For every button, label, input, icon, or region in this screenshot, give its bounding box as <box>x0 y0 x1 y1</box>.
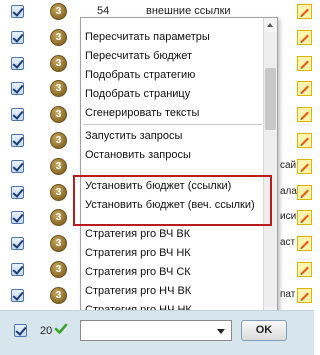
row-checkbox[interactable] <box>11 134 24 147</box>
row-text-fragment: сай <box>280 159 297 171</box>
badge-icon: 3 <box>50 3 67 20</box>
dropdown-option[interactable]: Подобрать страницу <box>85 85 190 103</box>
row-checkbox[interactable] <box>11 159 24 173</box>
edit-pencil-icon[interactable] <box>297 262 312 277</box>
row-text-fragment: ала <box>280 185 297 197</box>
edit-pencil-icon[interactable] <box>297 236 312 252</box>
row-checkbox[interactable] <box>11 288 24 302</box>
badge-icon: 3 <box>50 209 67 227</box>
row-checkbox[interactable] <box>11 30 24 44</box>
row-text-fragment: иси <box>280 211 297 223</box>
dropdown-option[interactable]: Подобрать стратегию <box>85 66 195 84</box>
edit-pencil-icon[interactable] <box>297 210 312 226</box>
edit-pencil-icon[interactable] <box>297 107 312 123</box>
badge-icon: 3 <box>50 157 67 175</box>
scroll-up-arrow-icon[interactable] <box>264 18 277 32</box>
row-checkbox[interactable] <box>11 108 24 122</box>
dropdown-option[interactable]: Стратегия pro ВЧ СК <box>85 263 191 281</box>
dropdown-option[interactable]: Стратегия pro ВЧ ВК <box>85 225 190 243</box>
row-number: 54 <box>97 5 110 17</box>
green-check-icon <box>54 323 68 334</box>
row-checkbox[interactable] <box>11 263 24 276</box>
badge-icon: 3 <box>50 54 67 72</box>
scrollbar-thumb[interactable] <box>265 68 276 130</box>
ok-button[interactable]: OK <box>241 320 287 341</box>
dropdown-option[interactable]: Стратегия pro ВЧ НК <box>85 244 191 262</box>
action-select[interactable] <box>80 320 232 341</box>
edit-pencil-icon[interactable] <box>297 158 312 174</box>
row-checkbox[interactable] <box>11 5 24 18</box>
badge-icon: 3 <box>50 286 67 304</box>
select-all-checkbox[interactable] <box>14 324 27 337</box>
highlight-annotation-box <box>73 175 272 226</box>
badge-icon: 3 <box>50 183 67 201</box>
row-label: внешние ссылки <box>146 5 231 17</box>
row-text-fragment: аст <box>280 237 296 249</box>
dropdown-option[interactable]: Стратегия pro НЧ ВК <box>85 282 191 300</box>
edit-pencil-icon[interactable] <box>297 133 312 148</box>
chevron-down-icon <box>217 329 225 334</box>
edit-pencil-icon[interactable] <box>297 287 312 303</box>
selected-count: 20 <box>40 325 53 337</box>
badge-icon: 3 <box>50 80 67 98</box>
row-text-fragment: пат <box>280 288 296 300</box>
row-checkbox[interactable] <box>11 82 24 96</box>
badge-icon: 3 <box>50 28 67 46</box>
row-checkbox[interactable] <box>11 211 24 225</box>
row-checkbox[interactable] <box>11 56 24 70</box>
dropdown-option[interactable]: Пересчитать параметры <box>85 28 210 46</box>
actions-dropdown-list[interactable]: Пересчитать параметры Пересчитать бюджет П… <box>80 17 278 322</box>
row-checkbox[interactable] <box>11 237 24 251</box>
badge-icon: 3 <box>50 235 67 253</box>
badge-icon: 3 <box>50 261 67 278</box>
badge-icon: 3 <box>50 132 67 149</box>
dropdown-option[interactable]: Запустить запросы <box>85 127 182 145</box>
dropdown-option[interactable]: Сгенерировать тексты <box>85 104 199 122</box>
badge-icon: 3 <box>50 106 67 124</box>
edit-pencil-icon[interactable] <box>297 184 312 200</box>
row-checkbox[interactable] <box>11 185 24 199</box>
dropdown-option[interactable]: Пересчитать бюджет <box>85 47 192 65</box>
edit-pencil-icon[interactable] <box>297 55 312 71</box>
dropdown-scrollbar[interactable] <box>263 18 277 321</box>
edit-pencil-icon[interactable] <box>297 4 312 19</box>
dropdown-option[interactable]: Остановить запросы <box>85 146 191 164</box>
edit-pencil-icon[interactable] <box>297 81 312 97</box>
footer-bar: 20 OK <box>0 310 314 355</box>
menu-separator <box>83 124 262 125</box>
edit-pencil-icon[interactable] <box>297 29 312 45</box>
